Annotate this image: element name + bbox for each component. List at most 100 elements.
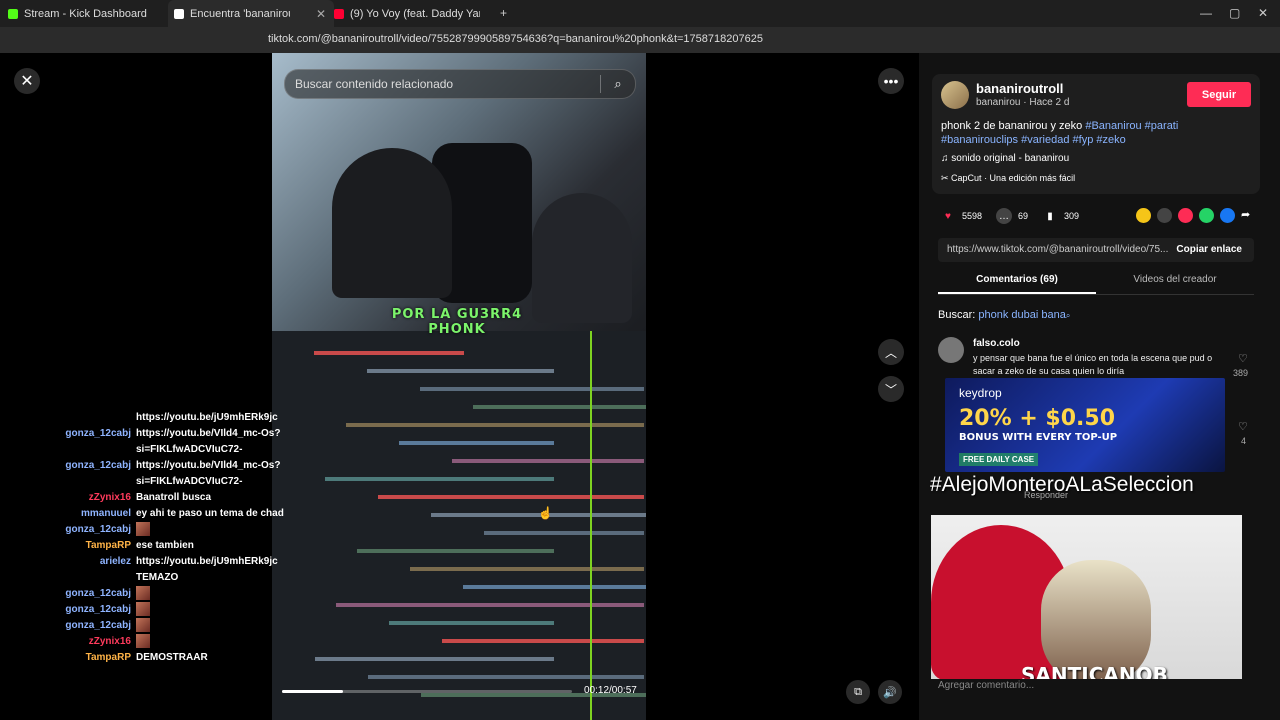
daw-track: [420, 387, 644, 391]
sound-link[interactable]: ♫ sonido original - bananirou: [941, 153, 1069, 164]
chat-username[interactable]: gonza_12cabj: [0, 426, 136, 458]
music-note-icon: ♫: [941, 153, 952, 164]
tab-title: Encuentra 'bananirou phonk': [190, 7, 290, 20]
hashtag-link[interactable]: #fyp: [1073, 134, 1094, 146]
daw-track: [452, 459, 644, 463]
daw-track: [314, 351, 464, 355]
chat-message: gonza_12cabj https://youtu.be/VIld4_mc-Os…: [0, 458, 300, 490]
daw-track: [357, 549, 554, 553]
tab-tiktok[interactable]: Encuentra 'bananirou phonk' ✕: [168, 0, 334, 27]
post-caption: phonk 2 de bananirou y zeko #Bananirou #…: [941, 119, 1241, 147]
search-suggestion[interactable]: Buscar: phonk dubai bana⌕: [938, 309, 1070, 321]
facebook-icon[interactable]: [1220, 208, 1235, 223]
video-progress-fill: [282, 690, 343, 693]
hashtag-link[interactable]: #variedad: [1021, 134, 1069, 146]
daw-track: [484, 531, 644, 535]
like-count: 5598: [962, 211, 983, 221]
chat-username[interactable]: TampaRP: [0, 650, 136, 666]
close-video-button[interactable]: ✕: [14, 68, 40, 94]
chat-text: [136, 602, 286, 618]
hashtag-link[interactable]: #parati: [1145, 120, 1179, 132]
more-options-button[interactable]: •••: [878, 68, 904, 94]
minimize-button[interactable]: —: [1200, 6, 1212, 20]
engagement-stats: ♥ 5598 … 69 ▮ 309: [940, 208, 1079, 224]
comment-heart-icon[interactable]: ♡: [1238, 420, 1248, 433]
chat-message: gonza_12cabj: [0, 618, 300, 634]
tab-comments[interactable]: Comentarios (69): [938, 274, 1096, 285]
chat-username[interactable]: gonza_12cabj: [0, 586, 136, 602]
streamer-face: [1041, 560, 1151, 679]
chat-username[interactable]: gonza_12cabj: [0, 522, 136, 538]
bookmark-icon[interactable]: ▮: [1042, 208, 1058, 224]
save-count: 309: [1064, 211, 1080, 221]
comment-username[interactable]: falso.colo: [973, 338, 1020, 349]
chat-username[interactable]: zZynix16: [0, 490, 136, 506]
coin-icon[interactable]: [1136, 208, 1151, 223]
video-player[interactable]: POR LA GU3RR4 PHONK: [272, 53, 646, 720]
comment-icon[interactable]: …: [996, 208, 1013, 224]
creator-username[interactable]: bananiroutroll: [976, 81, 1063, 96]
search-suggestion-label: Buscar:: [938, 309, 976, 321]
browser-tabbar: Stream - Kick Dashboard Encuentra 'banan…: [0, 0, 1280, 27]
tab-youtube[interactable]: (9) Yo Voy (feat. Daddy Yankee) - You: [334, 0, 494, 27]
chat-username[interactable]: [0, 410, 136, 426]
chat-text: https://youtu.be/jU9mhERk9jc TEMAZO: [136, 556, 278, 583]
copy-link-button[interactable]: Copiar enlace: [1176, 244, 1242, 255]
daw-track: [315, 657, 554, 661]
share-arrow-icon[interactable]: ➦: [1241, 208, 1256, 223]
chat-username[interactable]: gonza_12cabj: [0, 602, 136, 618]
chat-username[interactable]: arielez: [0, 554, 136, 586]
hashtag-link[interactable]: #bananirouclips: [941, 134, 1018, 146]
next-video-button[interactable]: ﹀: [878, 376, 904, 402]
chat-text: [136, 634, 286, 650]
whatsapp-icon[interactable]: [1199, 208, 1214, 223]
chat-message: zZynix16: [0, 634, 300, 650]
daw-track: [367, 369, 554, 373]
streamer-name: SANTICANOB: [1021, 663, 1168, 679]
send-icon[interactable]: [1178, 208, 1193, 223]
panel-tabs: Comentarios (69) Videos del creador: [938, 270, 1254, 295]
chat-text: DEMOSTRAAR: [136, 652, 208, 663]
chat-username[interactable]: zZynix16: [0, 634, 136, 650]
chat-username[interactable]: gonza_12cabj: [0, 618, 136, 634]
hashtag-link[interactable]: #Bananirou: [1085, 120, 1141, 132]
capcut-link[interactable]: ✂ CapCut · Una edición más fácil: [941, 173, 1075, 184]
video-progress-bar[interactable]: [282, 690, 572, 693]
creator-subline: bananirou · Hace 2 d: [976, 97, 1070, 108]
heart-icon[interactable]: ♥: [940, 208, 956, 224]
video-overlay-text: POR LA GU3RR4 PHONK: [391, 307, 523, 337]
chat-text: ey ahi te paso un tema de chad: [136, 508, 284, 519]
picture-in-picture-icon[interactable]: ⧉: [846, 680, 870, 704]
tab-title: (9) Yo Voy (feat. Daddy Yankee) - You: [350, 7, 480, 20]
chat-username[interactable]: gonza_12cabj: [0, 458, 136, 490]
hashtag-link[interactable]: #zeko: [1096, 134, 1125, 146]
keydrop-ad[interactable]: keydrop 20% + $0.50 BONUS WITH EVERY TOP…: [945, 378, 1225, 472]
comment-input[interactable]: Agregar comentario...: [938, 680, 1228, 704]
related-search-box[interactable]: ⌕: [284, 69, 636, 99]
tab-kick-dashboard[interactable]: Stream - Kick Dashboard: [8, 0, 168, 27]
chat-username[interactable]: TampaRP: [0, 538, 136, 554]
chat-text: https://youtu.be/VIld4_mc-Os?si=FIKLfwAD…: [136, 460, 281, 487]
volume-icon[interactable]: 🔊: [878, 680, 902, 704]
follow-button[interactable]: Seguir: [1187, 82, 1251, 107]
emote-icon: [136, 586, 150, 601]
tab-creator-videos[interactable]: Videos del creador: [1096, 274, 1254, 285]
previous-video-button[interactable]: ︿: [878, 339, 904, 365]
daw-track: [378, 495, 644, 499]
search-suggestion-query[interactable]: phonk dubai bana: [978, 309, 1065, 321]
related-search-input[interactable]: [285, 76, 600, 92]
new-tab-button[interactable]: +: [500, 6, 507, 20]
close-window-button[interactable]: ✕: [1258, 6, 1268, 20]
youtube-icon: [334, 8, 344, 19]
daw-screen: [272, 331, 646, 720]
close-tab-icon[interactable]: ✕: [316, 7, 334, 21]
maximize-button[interactable]: ▢: [1229, 6, 1240, 20]
search-icon: ⌕: [1065, 311, 1071, 320]
avatar[interactable]: [938, 337, 964, 363]
search-icon[interactable]: ⌕: [601, 76, 635, 92]
chat-username[interactable]: mmanuuel: [0, 506, 136, 522]
avatar[interactable]: [941, 81, 969, 109]
comment-heart-icon[interactable]: ♡: [1238, 352, 1248, 365]
address-bar[interactable]: tiktok.com/@bananiroutroll/video/7552879…: [268, 33, 763, 45]
embed-icon[interactable]: [1157, 208, 1172, 223]
